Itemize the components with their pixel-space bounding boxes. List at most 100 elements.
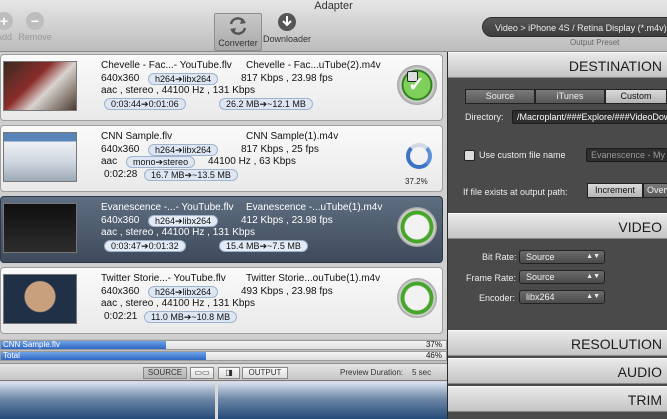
input-filename: Chevelle - Fac...- YouTube.flv: [101, 60, 232, 71]
encoder-value: libx264: [526, 292, 555, 302]
window-title: Adapter: [314, 0, 353, 12]
preview-toolbar: SOURCE ▭▭ ◨ OUTPUT Preview Duration: 5 s…: [0, 363, 447, 381]
total-progress-value: 46%: [425, 351, 442, 360]
toolbar: Adapter + Add − Remove Converter Downloa…: [0, 0, 667, 52]
codec-pill: h264➔libx264: [148, 215, 219, 227]
output-preset-select[interactable]: Video > iPhone 4S / Retina Display (*.m4…: [482, 17, 667, 37]
plus-icon: +: [0, 12, 13, 30]
side-by-side-view-button[interactable]: ▭▭: [190, 367, 214, 379]
custom-filename-label: Use custom file name: [479, 150, 566, 160]
preview-duration-select[interactable]: 5 sec: [412, 368, 431, 377]
audio-info: aac , stereo , 44100 Hz , 131 Kbps: [101, 227, 255, 238]
converter-button[interactable]: Converter: [214, 13, 262, 51]
progress-area: CNN Sample.flv 37% Total 46%: [0, 339, 447, 363]
framerate-value: Source: [526, 272, 555, 282]
resolution: 640x360: [101, 73, 140, 84]
input-filename: Evanescence -...- YouTube.flv: [101, 202, 234, 213]
file-item[interactable]: Chevelle - Fac...- YouTube.flv Chevelle …: [0, 54, 443, 121]
video-bitrate: 412 Kbps , 23.98 fps: [241, 215, 333, 226]
destination-header[interactable]: DESTINATION: [448, 52, 667, 78]
video-bitrate: 817 Kbps , 25 fps: [241, 144, 319, 155]
total-progress-fill: [1, 352, 206, 360]
video-thumbnail: [3, 274, 77, 324]
file-progress-bar: CNN Sample.flv 37%: [0, 340, 447, 350]
queued-ring-icon: [397, 207, 437, 247]
queued-ring-icon: [397, 278, 437, 318]
stepper-arrows-icon: ▲▼: [586, 293, 600, 300]
size-pill: 26.2 MB➔~12.1 MB: [219, 98, 313, 110]
preview-source-image: [0, 382, 215, 419]
resolution: 640x360: [101, 286, 140, 297]
preview-duration-label: Preview Duration:: [340, 368, 404, 377]
bitrate-select[interactable]: Source ▲▼: [519, 250, 605, 264]
trim-header[interactable]: TRIM: [448, 386, 667, 412]
destination-tab-itunes[interactable]: iTunes: [535, 89, 605, 104]
codec-pill: h264➔libx264: [148, 144, 219, 156]
bitrate-value: Source: [526, 252, 555, 262]
completed-check-icon: ✓: [397, 65, 437, 105]
codec-pill: h264➔libx264: [148, 286, 219, 298]
conversion-percent: 37.2%: [405, 177, 428, 186]
converter-label: Converter: [218, 38, 258, 48]
video-bitrate: 493 Kbps , 23.98 fps: [241, 286, 333, 297]
half-split-icon: ◨: [225, 368, 233, 377]
file-item-selected[interactable]: Evanescence -...- YouTube.flv Evanescenc…: [0, 196, 443, 263]
preview-output-image: [218, 382, 447, 419]
file-progress-label: CNN Sample.flv: [3, 340, 60, 349]
file-exists-overwrite[interactable]: Overwrite: [643, 183, 667, 198]
framerate-label: Frame Rate:: [466, 273, 517, 283]
encoder-label: Encoder:: [479, 293, 516, 303]
resolution-header[interactable]: RESOLUTION: [448, 330, 667, 356]
convert-arrows-icon: [229, 17, 247, 35]
stepper-arrows-icon: ▲▼: [586, 253, 600, 260]
output-filename: Chevelle - Fac...uTube(2).m4v: [246, 60, 381, 71]
file-item[interactable]: Twitter Storie...- YouTube.flv Twitter S…: [0, 267, 443, 334]
video-bitrate: 817 Kbps , 23.98 fps: [241, 73, 333, 84]
audio-header[interactable]: AUDIO: [448, 358, 667, 384]
preview-output-button[interactable]: OUTPUT: [242, 367, 288, 379]
encoder-select[interactable]: libx264 ▲▼: [519, 290, 605, 304]
video-thumbnail: [3, 61, 77, 111]
split-view-icon: ▭▭: [194, 368, 210, 377]
file-progress-value: 37%: [425, 340, 442, 349]
input-filename: Twitter Storie...- YouTube.flv: [101, 273, 226, 284]
destination-tab-custom[interactable]: Custom: [605, 89, 667, 104]
output-preset-caption: Output Preset: [570, 38, 620, 47]
size-pill: 15.4 MB➔~7.5 MB: [219, 240, 308, 252]
custom-filename-field[interactable]: Evanescence - My Immortal: [586, 148, 667, 162]
bitrate-label: Bit Rate:: [482, 252, 517, 262]
directory-field[interactable]: /Macroplant/###Explore/###VideoDownloads: [512, 110, 667, 124]
custom-filename-checkbox[interactable]: [464, 150, 475, 161]
file-exists-increment[interactable]: Increment: [587, 183, 643, 198]
duration: 0:02:21: [104, 311, 138, 322]
video-header[interactable]: VIDEO: [448, 213, 667, 239]
audio-info: aac , stereo , 44100 Hz , 131 Kbps: [101, 298, 255, 309]
remove-button[interactable]: − Remove: [18, 12, 52, 42]
framerate-select[interactable]: Source ▲▼: [519, 270, 605, 284]
directory-label: Directory:: [465, 112, 504, 122]
download-icon: [278, 13, 296, 31]
file-list: Chevelle - Fac...- YouTube.flv Chevelle …: [0, 52, 447, 339]
output-filename: CNN Sample(1).m4v: [246, 131, 339, 142]
file-exists-label: If file exists at output path:: [463, 187, 568, 197]
minus-icon: −: [26, 12, 44, 30]
split-compare-button[interactable]: ◨: [218, 367, 240, 379]
output-filename: Evanescence -...uTube(1).m4v: [246, 202, 383, 213]
preview-source-button[interactable]: SOURCE: [143, 367, 187, 379]
total-progress-bar: Total 46%: [0, 351, 447, 361]
duration-pill[interactable]: 0:03:47➔0:01:32: [104, 240, 186, 252]
audio-info: 44100 Hz , 63 Kbps: [208, 156, 296, 167]
converting-spinner-icon: [406, 143, 432, 169]
resolution: 640x360: [101, 144, 140, 155]
size-pill: 11.0 MB➔~10.8 MB: [144, 311, 238, 323]
video-thumbnail: [3, 203, 77, 253]
duration-pill[interactable]: 0:03:44➔0:01:06: [104, 98, 186, 110]
downloader-button[interactable]: Downloader: [262, 12, 312, 44]
remove-label: Remove: [18, 32, 52, 42]
video-thumbnail: [3, 132, 77, 182]
audio-codec: aac: [101, 156, 118, 167]
file-item[interactable]: CNN Sample.flv CNN Sample(1).m4v 640x360…: [0, 125, 443, 192]
destination-tab-source[interactable]: Source: [465, 89, 535, 104]
total-progress-label: Total: [3, 351, 20, 360]
output-filename: Twitter Storie...ouTube(1).m4v: [246, 273, 381, 284]
